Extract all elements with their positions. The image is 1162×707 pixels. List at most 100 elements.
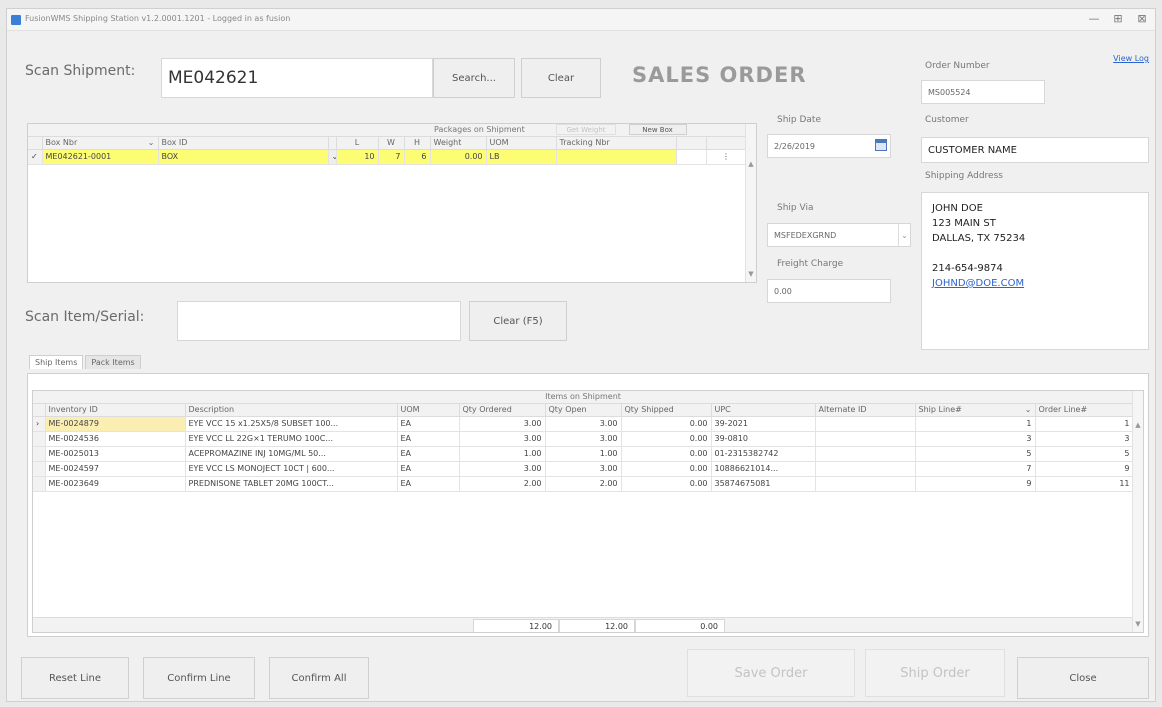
- order-line-cell[interactable]: 9: [1035, 461, 1134, 477]
- confirm-all-button[interactable]: Confirm All: [269, 657, 369, 699]
- col-l[interactable]: L: [336, 136, 379, 150]
- tab-pack-items[interactable]: Pack Items: [85, 355, 141, 369]
- alternate-id-cell[interactable]: [815, 431, 916, 447]
- clear-f5-button[interactable]: Clear (F5): [469, 301, 567, 341]
- uom-cell[interactable]: EA: [397, 461, 460, 477]
- col-qty-open[interactable]: Qty Open: [545, 403, 622, 417]
- col-description[interactable]: Description: [185, 403, 398, 417]
- ship-line-cell[interactable]: 5: [915, 446, 1036, 462]
- address-email[interactable]: JOHND@DOE.COM: [932, 276, 1138, 291]
- ship-order-button[interactable]: Ship Order: [865, 649, 1005, 697]
- description-cell[interactable]: PREDNISONE TABLET 20MG 100CT...: [185, 476, 398, 492]
- description-cell[interactable]: ACEPROMAZINE INJ 10MG/ML 50...: [185, 446, 398, 462]
- col-upc[interactable]: UPC: [711, 403, 816, 417]
- col-w[interactable]: W: [378, 136, 405, 150]
- table-row[interactable]: ME-0024536 EYE VCC LL 22G×1 TERUMO 100C..…: [33, 431, 1134, 447]
- tracking-cell[interactable]: [556, 149, 677, 165]
- uom-cell[interactable]: EA: [397, 416, 460, 432]
- uom-cell[interactable]: EA: [397, 431, 460, 447]
- qty-shipped-cell[interactable]: 0.00: [621, 431, 712, 447]
- col-qty-ordered[interactable]: Qty Ordered: [459, 403, 546, 417]
- ship-via-select[interactable]: MSFEDEXGRND ⌄: [767, 223, 911, 247]
- inventory-id-cell[interactable]: ME-0024879: [45, 416, 186, 432]
- qty-shipped-cell[interactable]: 0.00: [621, 416, 712, 432]
- freight-charge-input[interactable]: 0.00: [767, 279, 891, 303]
- alternate-id-cell[interactable]: [815, 446, 916, 462]
- col-order-line[interactable]: Order Line#: [1035, 403, 1134, 417]
- col-uom[interactable]: UOM: [486, 136, 557, 150]
- get-weight-button[interactable]: Get Weight: [556, 124, 616, 135]
- alternate-id-cell[interactable]: [815, 416, 916, 432]
- save-order-button[interactable]: Save Order: [687, 649, 855, 697]
- uom-cell[interactable]: EA: [397, 446, 460, 462]
- uom-cell[interactable]: EA: [397, 476, 460, 492]
- tab-ship-items[interactable]: Ship Items: [29, 355, 84, 369]
- col-qty-shipped[interactable]: Qty Shipped: [621, 403, 712, 417]
- col-uom[interactable]: UOM: [397, 403, 460, 417]
- maximize-icon[interactable]: ⊞: [1111, 12, 1125, 25]
- ship-line-cell[interactable]: 3: [915, 431, 1036, 447]
- clear-shipment-button[interactable]: Clear: [521, 58, 601, 98]
- upc-cell[interactable]: 01-2315382742: [711, 446, 816, 462]
- qty-open-cell[interactable]: 3.00: [545, 416, 622, 432]
- confirm-line-button[interactable]: Confirm Line: [143, 657, 255, 699]
- length-cell[interactable]: 10: [336, 149, 379, 165]
- close-button[interactable]: Close: [1017, 657, 1149, 699]
- calendar-icon[interactable]: [875, 139, 887, 151]
- new-box-button[interactable]: New Box: [628, 124, 687, 135]
- inventory-id-cell[interactable]: ME-0024536: [45, 431, 186, 447]
- alternate-id-cell[interactable]: [815, 461, 916, 477]
- table-row[interactable]: ME-0025013 ACEPROMAZINE INJ 10MG/ML 50...…: [33, 446, 1134, 462]
- description-cell[interactable]: EYE VCC LL 22G×1 TERUMO 100C...: [185, 431, 398, 447]
- description-cell[interactable]: EYE VCC LS MONOJECT 10CT | 600...: [185, 461, 398, 477]
- uom-cell[interactable]: LB: [486, 149, 557, 165]
- ship-line-cell[interactable]: 1: [915, 416, 1036, 432]
- ship-date-field[interactable]: 2/26/2019: [767, 134, 891, 158]
- scan-item-input[interactable]: [177, 301, 461, 341]
- inventory-id-cell[interactable]: ME-0025013: [45, 446, 186, 462]
- ship-line-cell[interactable]: 7: [915, 461, 1036, 477]
- chevron-down-icon[interactable]: ⌄: [328, 149, 337, 165]
- col-box-nbr[interactable]: Box Nbr ⌄: [42, 136, 159, 150]
- view-log-link[interactable]: View Log: [1113, 54, 1149, 63]
- qty-open-cell[interactable]: 3.00: [545, 431, 622, 447]
- qty-shipped-cell[interactable]: 0.00: [621, 476, 712, 492]
- col-inventory-id[interactable]: Inventory ID: [45, 403, 186, 417]
- order-line-cell[interactable]: 1: [1035, 416, 1134, 432]
- col-ship-line[interactable]: Ship Line# ⌄: [915, 403, 1036, 417]
- qty-ordered-cell[interactable]: 3.00: [459, 416, 546, 432]
- upc-cell[interactable]: 39-2021: [711, 416, 816, 432]
- close-window-icon[interactable]: ⊠: [1135, 12, 1149, 25]
- minimize-icon[interactable]: —: [1087, 12, 1101, 25]
- col-h[interactable]: H: [404, 136, 431, 150]
- table-row[interactable]: ME-0024597 EYE VCC LS MONOJECT 10CT | 600…: [33, 461, 1134, 477]
- qty-open-cell[interactable]: 3.00: [545, 461, 622, 477]
- scan-shipment-input[interactable]: ME042621: [161, 58, 433, 98]
- qty-ordered-cell[interactable]: 2.00: [459, 476, 546, 492]
- col-tracking-nbr[interactable]: Tracking Nbr: [556, 136, 677, 150]
- height-cell[interactable]: 6: [404, 149, 431, 165]
- qty-ordered-cell[interactable]: 3.00: [459, 461, 546, 477]
- upc-cell[interactable]: 39-0810: [711, 431, 816, 447]
- order-line-cell[interactable]: 5: [1035, 446, 1134, 462]
- width-cell[interactable]: 7: [378, 149, 405, 165]
- row-menu-icon[interactable]: ⋮: [706, 149, 747, 165]
- search-button[interactable]: Search...: [433, 58, 515, 98]
- inventory-id-cell[interactable]: ME-0023649: [45, 476, 186, 492]
- alternate-id-cell[interactable]: [815, 476, 916, 492]
- description-cell[interactable]: EYE VCC 15 x1.25X5/8 SUBSET 100...: [185, 416, 398, 432]
- packages-scrollbar[interactable]: ▲ ▼: [745, 124, 756, 282]
- ship-line-cell[interactable]: 9: [915, 476, 1036, 492]
- qty-open-cell[interactable]: 1.00: [545, 446, 622, 462]
- qty-ordered-cell[interactable]: 3.00: [459, 431, 546, 447]
- weight-cell[interactable]: 0.00: [430, 149, 487, 165]
- qty-shipped-cell[interactable]: 0.00: [621, 446, 712, 462]
- order-line-cell[interactable]: 11: [1035, 476, 1134, 492]
- chevron-down-icon[interactable]: ⌄: [898, 224, 910, 246]
- box-id-cell[interactable]: BOX: [158, 149, 329, 165]
- inventory-id-cell[interactable]: ME-0024597: [45, 461, 186, 477]
- items-scrollbar[interactable]: ▲ ▼: [1132, 391, 1143, 632]
- upc-cell[interactable]: 10886621014...: [711, 461, 816, 477]
- order-line-cell[interactable]: 3: [1035, 431, 1134, 447]
- qty-open-cell[interactable]: 2.00: [545, 476, 622, 492]
